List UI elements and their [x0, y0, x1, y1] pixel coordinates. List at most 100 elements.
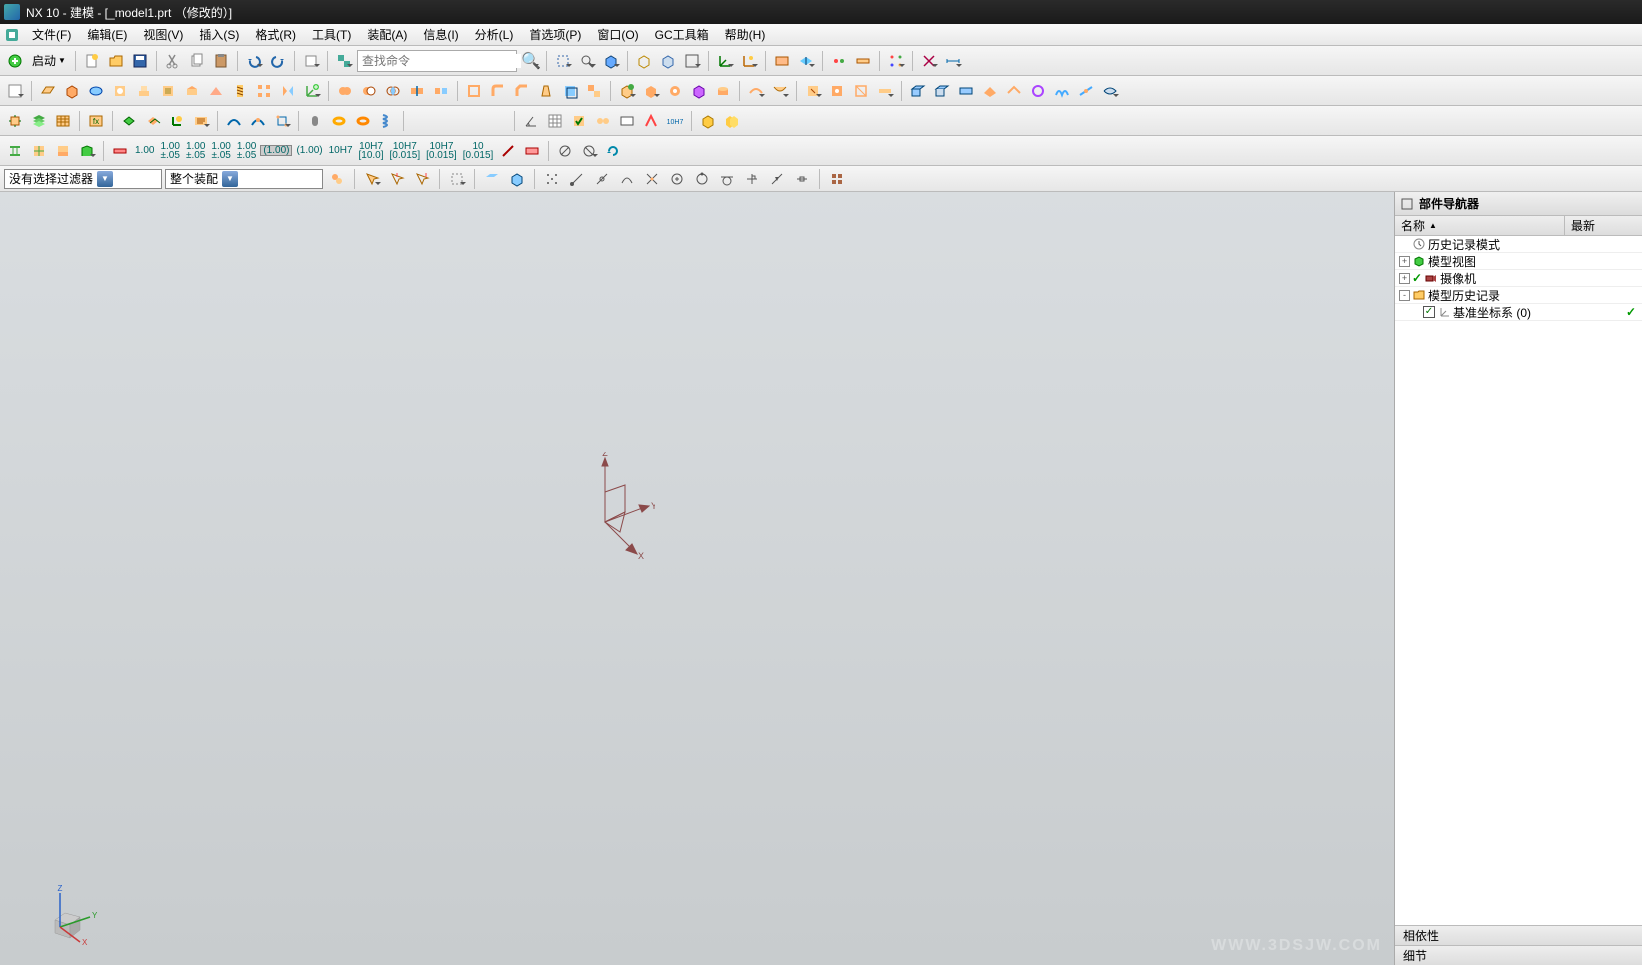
- spring-icon[interactable]: [376, 110, 398, 132]
- offset-face-icon[interactable]: [559, 80, 581, 102]
- sel-a-icon[interactable]: [326, 168, 348, 190]
- tree-node-history-mode[interactable]: 历史记录模式: [1395, 236, 1642, 253]
- edit-section-icon[interactable]: [795, 50, 817, 72]
- more4-icon[interactable]: [688, 80, 710, 102]
- more1-icon[interactable]: [616, 80, 638, 102]
- more3-icon[interactable]: [664, 80, 686, 102]
- menu-info[interactable]: 信息(I): [415, 24, 466, 45]
- synch1-icon[interactable]: [802, 80, 824, 102]
- zoom-icon[interactable]: [576, 50, 598, 72]
- check2-icon[interactable]: [592, 110, 614, 132]
- diam1-icon[interactable]: [554, 140, 576, 162]
- datum-plane-icon[interactable]: [37, 80, 59, 102]
- wcs-icon[interactable]: [714, 50, 736, 72]
- navigator-dependency-row[interactable]: 相依性: [1395, 925, 1642, 945]
- tol-slash-icon[interactable]: [497, 140, 519, 162]
- more2-icon[interactable]: [640, 80, 662, 102]
- launch-button[interactable]: 启动 ▼: [28, 50, 70, 72]
- trim-body-icon[interactable]: [406, 80, 428, 102]
- render-style-icon[interactable]: [600, 50, 622, 72]
- wcs-orient-icon[interactable]: [738, 50, 760, 72]
- undo-icon[interactable]: [243, 50, 265, 72]
- command-search[interactable]: 🔍: [357, 50, 517, 72]
- navigator-tree[interactable]: 历史记录模式 + 模型视图 + ✓ 摄像机 - 模型历史记录 ✓ 基准坐: [1395, 236, 1642, 925]
- tol-val-12[interactable]: 10 [0.015]: [461, 142, 496, 160]
- tol-val-2[interactable]: 1.00 ±.05: [158, 142, 181, 160]
- sheet4-icon[interactable]: [979, 80, 1001, 102]
- snap-node-icon[interactable]: [791, 168, 813, 190]
- navigator-title-bar[interactable]: 部件导航器: [1395, 192, 1642, 216]
- tube-yellow-icon[interactable]: [328, 110, 350, 132]
- menu-preferences[interactable]: 首选项(P): [521, 24, 589, 45]
- filter-combo[interactable]: 没有选择过滤器 ▼: [4, 169, 162, 189]
- tol-c-icon[interactable]: [52, 140, 74, 162]
- menu-window[interactable]: 窗口(O): [589, 24, 646, 45]
- intersect-icon[interactable]: [382, 80, 404, 102]
- cut-icon[interactable]: [162, 50, 184, 72]
- measure-icon[interactable]: [828, 50, 850, 72]
- menu-help[interactable]: 帮助(H): [717, 24, 774, 45]
- menu-gctoolbox[interactable]: GC工具箱: [647, 24, 717, 45]
- checkbox-checked[interactable]: ✓: [1423, 306, 1435, 318]
- surface2-icon[interactable]: [769, 80, 791, 102]
- pattern-icon[interactable]: [885, 50, 907, 72]
- menu-insert[interactable]: 插入(S): [191, 24, 247, 45]
- layer-visible-icon[interactable]: [52, 110, 74, 132]
- sheet8-icon[interactable]: [1075, 80, 1097, 102]
- chamfer-icon[interactable]: [511, 80, 533, 102]
- angle-icon[interactable]: [520, 110, 542, 132]
- tree-node-model-history[interactable]: - 模型历史记录: [1395, 287, 1642, 304]
- ruler-icon[interactable]: [852, 50, 874, 72]
- save-icon[interactable]: [129, 50, 151, 72]
- constraint-icon[interactable]: [918, 50, 940, 72]
- gold2-icon[interactable]: [721, 110, 743, 132]
- info-object-icon[interactable]: [190, 110, 212, 132]
- synch3-icon[interactable]: [850, 80, 872, 102]
- expand-icon[interactable]: +: [1399, 273, 1410, 284]
- sel-face-icon[interactable]: [481, 168, 503, 190]
- menu-file[interactable]: 文件(F): [24, 24, 79, 45]
- clip-icon[interactable]: [771, 50, 793, 72]
- menu-format[interactable]: 格式(R): [247, 24, 304, 45]
- tolerance-feature-icon[interactable]: 10H7: [664, 110, 686, 132]
- show-hide-icon[interactable]: [633, 50, 655, 72]
- draft-icon[interactable]: [535, 80, 557, 102]
- extrude-icon[interactable]: [61, 80, 83, 102]
- datum-csys-icon[interactable]: [301, 80, 323, 102]
- tree-node-datum-csys[interactable]: ✓ 基准坐标系 (0) ✓: [1395, 304, 1642, 321]
- navigator-col-name[interactable]: 名称 ▲: [1395, 216, 1565, 235]
- snap-mid-icon[interactable]: [591, 168, 613, 190]
- snap-perp-icon[interactable]: [741, 168, 763, 190]
- sel-grid-icon[interactable]: [826, 168, 848, 190]
- menu-analysis[interactable]: 分析(L): [467, 24, 522, 45]
- snap-tan-icon[interactable]: [716, 168, 738, 190]
- subtract-icon[interactable]: [358, 80, 380, 102]
- immediate-hide-icon[interactable]: [657, 50, 679, 72]
- sel-c-icon[interactable]: [386, 168, 408, 190]
- pattern-feature-icon[interactable]: [253, 80, 275, 102]
- snap-int-icon[interactable]: [641, 168, 663, 190]
- shell-icon[interactable]: [463, 80, 485, 102]
- tol-val-3[interactable]: 1.00 ±.05: [184, 142, 207, 160]
- new-file-icon[interactable]: [81, 50, 103, 72]
- tol-d-icon[interactable]: [76, 140, 98, 162]
- dim-icon[interactable]: [942, 50, 964, 72]
- sel-rect-icon[interactable]: [446, 168, 468, 190]
- tol-box-icon[interactable]: [521, 140, 543, 162]
- curve3-icon[interactable]: [271, 110, 293, 132]
- fit-view-icon[interactable]: [552, 50, 574, 72]
- collapse-icon[interactable]: -: [1399, 290, 1410, 301]
- search-dropdown[interactable]: [519, 50, 541, 72]
- synch2-icon[interactable]: [826, 80, 848, 102]
- curve1-icon[interactable]: [223, 110, 245, 132]
- tol-b-icon[interactable]: [28, 140, 50, 162]
- scale-body-icon[interactable]: [583, 80, 605, 102]
- menu-assembly[interactable]: 装配(A): [359, 24, 415, 45]
- thread-icon[interactable]: [229, 80, 251, 102]
- update-icon[interactable]: [602, 140, 624, 162]
- gold1-icon[interactable]: [697, 110, 719, 132]
- check4-icon[interactable]: [640, 110, 662, 132]
- tube-orange-icon[interactable]: [352, 110, 374, 132]
- gateway-dropdown-icon[interactable]: [4, 50, 26, 72]
- copytolayer-icon[interactable]: [142, 110, 164, 132]
